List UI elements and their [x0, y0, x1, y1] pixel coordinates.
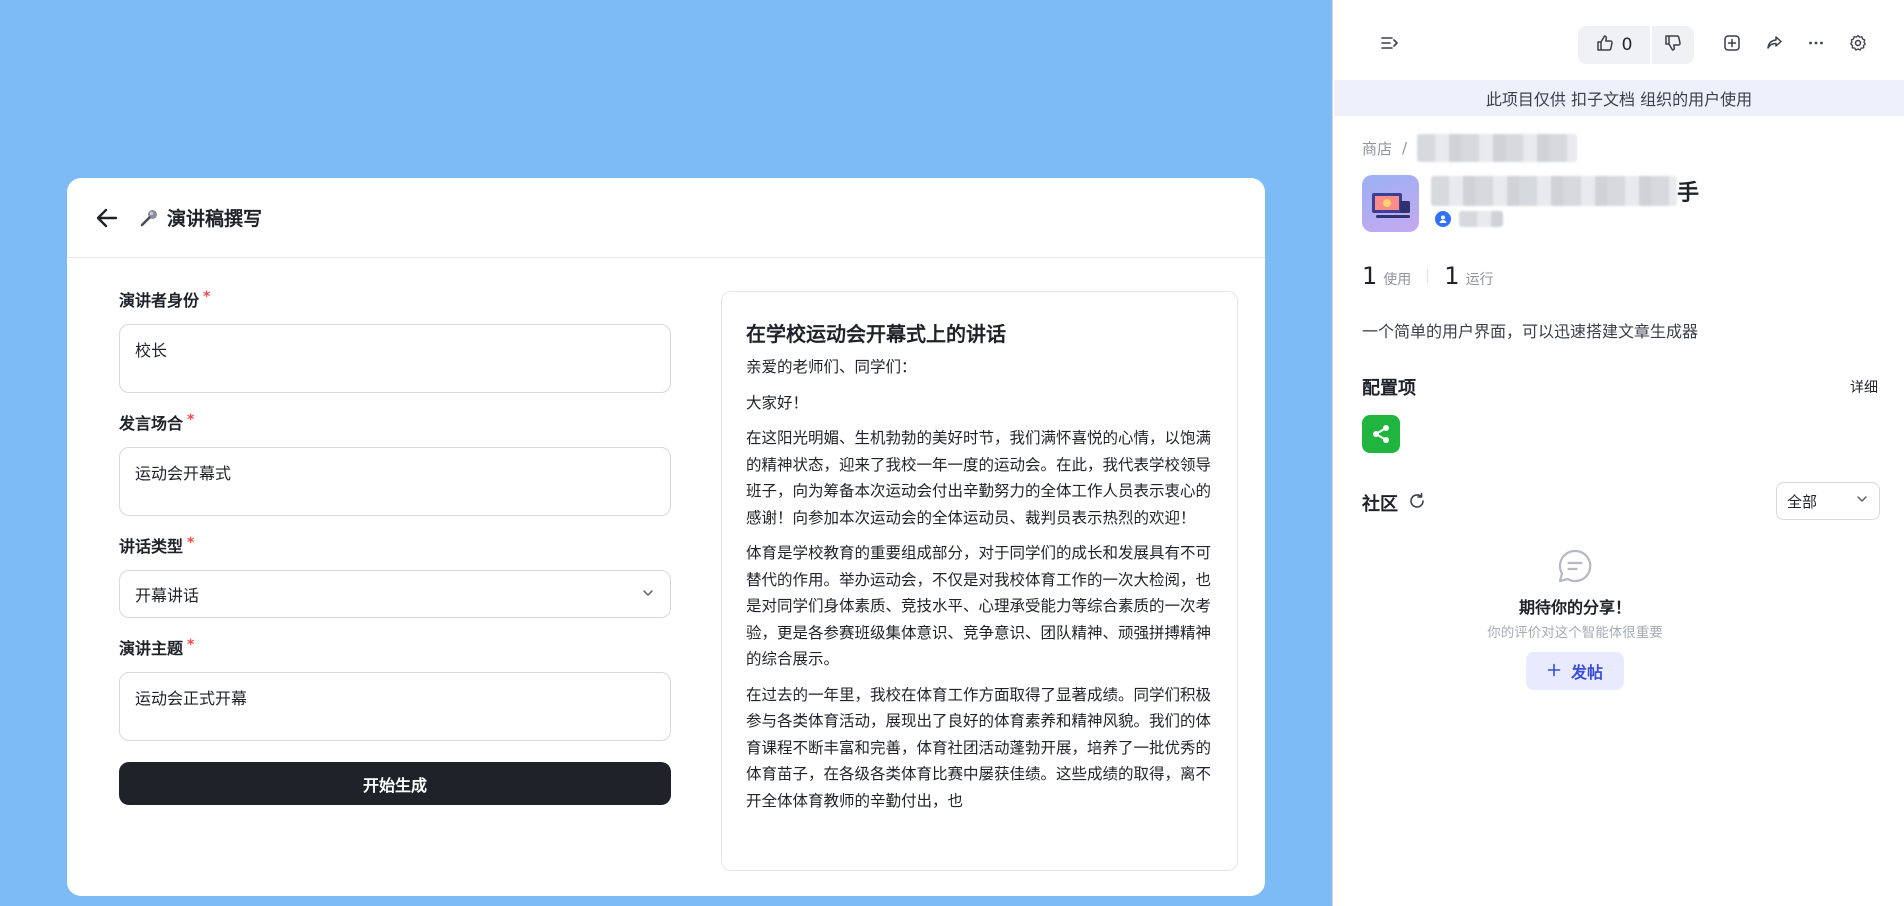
filter-value: 全部	[1787, 492, 1818, 511]
required-mark: *	[187, 637, 195, 653]
like-button[interactable]: 0	[1578, 26, 1650, 64]
field-topic: 演讲主题 * 运动会正式开幕	[119, 638, 671, 741]
speech-form: 演讲者身份 * 校长 发言场合 * 运动会开幕式 讲话类型 * 开幕讲话 演讲主题 * …	[119, 290, 671, 805]
app-card: 演讲稿撰写 演讲者身份 * 校长 发言场合 * 运动会开幕式 讲话类型 * 开幕讲话 …	[67, 178, 1265, 896]
field-label: 演讲主题	[119, 639, 184, 658]
org-restriction-banner: 此项目仅供 扣子文档 组织的用户使用	[1334, 80, 1904, 116]
more-options-icon[interactable]	[1803, 30, 1829, 56]
field-speech-type: 讲话类型 * 开幕讲话	[119, 536, 671, 618]
result-paragraph: 亲爱的老师们、同学们：	[746, 358, 917, 376]
collapse-panel-icon[interactable]	[1376, 30, 1402, 56]
post-button-label: 发帖	[1570, 663, 1603, 682]
result-panel: 在学校运动会开幕式上的讲话 亲爱的老师们、同学们： 大家好！ 在这阳光明媚、生机…	[721, 291, 1238, 871]
community-filter-select[interactable]: 全部	[1776, 482, 1880, 520]
result-paragraph: 大家好！	[746, 393, 809, 412]
creator-info	[1435, 211, 1503, 227]
agent-avatar	[1362, 175, 1419, 232]
plus-icon	[1547, 662, 1561, 681]
occasion-input[interactable]: 运动会开幕式	[119, 447, 671, 516]
workflow-plugin-icon[interactable]	[1362, 415, 1400, 453]
reaction-group: 0	[1578, 26, 1694, 64]
result-paragraph: 体育是学校教育的重要组成部分，对于同学们的成长和发展具有不可替代的作用。举办运动…	[746, 544, 1212, 668]
field-speaker-identity: 演讲者身份 * 校长	[119, 290, 671, 393]
share-icon[interactable]	[1761, 30, 1787, 56]
empty-state-subtitle: 你的评价对这个智能体很重要	[1487, 625, 1663, 641]
empty-state-title: 期待你的分享！	[1518, 598, 1631, 617]
add-to-workspace-icon[interactable]	[1719, 30, 1745, 56]
field-occasion: 发言场合 * 运动会开幕式	[119, 413, 671, 516]
dislike-button[interactable]	[1652, 26, 1694, 64]
thumbs-down-icon	[1664, 34, 1682, 56]
card-header: 演讲稿撰写	[67, 178, 1265, 258]
run-label: 运行	[1465, 272, 1494, 288]
user-avatar-icon	[1435, 211, 1451, 227]
field-label: 演讲者身份	[119, 291, 200, 310]
speech-type-select[interactable]: 开幕讲话	[119, 570, 671, 618]
usage-stats: 1 使用 1 运行	[1362, 262, 1494, 290]
chevron-down-icon	[641, 585, 655, 604]
run-count: 1	[1444, 262, 1460, 290]
blurred-agent-name	[1431, 176, 1677, 206]
select-value: 开幕讲话	[135, 586, 200, 605]
config-section-title: 配置项	[1362, 378, 1416, 399]
breadcrumb-store-link[interactable]: 商店	[1362, 138, 1392, 159]
config-detail-link[interactable]: 详细	[1850, 377, 1878, 397]
start-generate-button[interactable]: 开始生成	[119, 762, 671, 805]
result-paragraph: 在这阳光明媚、生机勃勃的美好时节，我们满怀喜悦的心情，以饱满的精神状态，迎来了我…	[746, 429, 1212, 527]
agent-name-suffix: 手	[1677, 181, 1700, 206]
required-mark: *	[187, 412, 195, 428]
settings-gear-icon[interactable]	[1845, 30, 1871, 56]
result-title: 在学校运动会开幕式上的讲话	[746, 322, 1006, 346]
thumbs-up-icon	[1596, 34, 1614, 57]
chevron-down-icon	[1855, 492, 1869, 510]
result-paragraph: 在过去的一年里，我校在体育工作方面取得了显著成绩。同学们积极参与各类体育活动，展…	[746, 685, 1212, 810]
community-label: 社区	[1362, 494, 1398, 515]
like-count: 0	[1621, 35, 1633, 55]
card-title: 演讲稿撰写	[167, 208, 263, 230]
breadcrumb: 商店 /	[1362, 134, 1578, 162]
field-label: 发言场合	[119, 414, 184, 433]
agent-info-panel: 0 此项目仅供 扣子文档 组织的用户使用 商店 / 手 1 使用 1 运行 一个…	[1334, 0, 1904, 906]
topic-input[interactable]: 运动会正式开幕	[119, 672, 671, 741]
required-mark: *	[203, 289, 211, 305]
usage-label: 使用	[1383, 272, 1412, 288]
community-section-title: 社区	[1362, 490, 1426, 516]
refresh-icon[interactable]	[1408, 492, 1426, 515]
blurred-breadcrumb-item	[1417, 134, 1578, 162]
field-label: 讲话类型	[119, 537, 184, 556]
back-arrow-icon[interactable]	[93, 204, 121, 232]
microphone-icon	[137, 206, 161, 230]
comment-bubble-icon	[1558, 549, 1592, 583]
agent-description: 一个简单的用户界面，可以迅速搭建文章生成器	[1362, 322, 1699, 341]
agent-name: 手	[1431, 175, 1699, 207]
blurred-creator-name	[1459, 211, 1503, 227]
usage-count: 1	[1362, 262, 1378, 290]
panel-toolbar: 0	[1334, 0, 1904, 80]
stats-divider	[1427, 269, 1429, 283]
speaker-identity-input[interactable]: 校长	[119, 324, 671, 393]
create-post-button[interactable]: 发帖	[1526, 652, 1624, 690]
breadcrumb-separator: /	[1402, 139, 1408, 157]
community-empty-state: 期待你的分享！ 你的评价对这个智能体很重要 发帖	[1464, 548, 1686, 690]
preview-canvas: 演讲稿撰写 演讲者身份 * 校长 发言场合 * 运动会开幕式 讲话类型 * 开幕讲话 …	[0, 0, 1333, 906]
required-mark: *	[187, 535, 195, 551]
